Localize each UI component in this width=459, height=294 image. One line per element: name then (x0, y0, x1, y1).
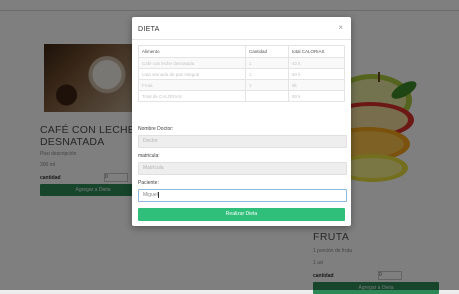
table-row: Fruta 1 5k (138, 79, 345, 91)
header-calorias: total CALORIAS (288, 45, 345, 58)
cell-total-label: Total de CALORIAS (138, 90, 246, 102)
cell-total-qty (245, 90, 289, 102)
doctor-label: Nombre Doctor: (138, 126, 174, 132)
cell-kcal: 42 k (288, 57, 345, 69)
cell-food: Café con leche desnatada (138, 57, 246, 69)
paciente-value: Miguel (143, 192, 158, 198)
cell-kcal: 60 k (288, 68, 345, 80)
paciente-field[interactable]: Miguel (138, 189, 347, 202)
cell-kcal: 5k (288, 79, 345, 91)
cell-qty: 1 (245, 68, 289, 80)
cell-total-kcal: 90 k (288, 90, 345, 102)
header-cantidad: Cantidad (245, 45, 289, 58)
paciente-label: Paciente: (138, 180, 159, 186)
matricula-label: matricula: (138, 153, 160, 159)
modal-title: DIETA (138, 26, 160, 33)
cell-food: Fruta (138, 79, 246, 91)
realizar-dieta-button[interactable]: Realizar Dieta (138, 208, 345, 221)
close-icon[interactable]: × (338, 24, 343, 32)
text-cursor (157, 191, 159, 198)
table-row: Café con leche desnatada 1 42 k (138, 57, 345, 69)
cell-qty: 1 (245, 79, 289, 91)
modal-header-divider (132, 39, 351, 40)
diet-table: Alimento Cantidad total CALORIAS Café co… (138, 45, 345, 102)
doctor-field[interactable]: Doctor (138, 135, 347, 148)
table-row: Lata atunada de pan integral 1 60 k (138, 68, 345, 80)
diet-modal: DIETA × Alimento Cantidad total CALORIAS… (132, 17, 351, 226)
table-header-row: Alimento Cantidad total CALORIAS (138, 45, 345, 58)
header-alimento: Alimento (138, 45, 246, 58)
cell-food: Lata atunada de pan integral (138, 68, 246, 80)
cell-qty: 1 (245, 57, 289, 69)
table-total-row: Total de CALORIAS 90 k (138, 90, 345, 102)
matricula-field[interactable]: Matrícula (138, 162, 347, 175)
